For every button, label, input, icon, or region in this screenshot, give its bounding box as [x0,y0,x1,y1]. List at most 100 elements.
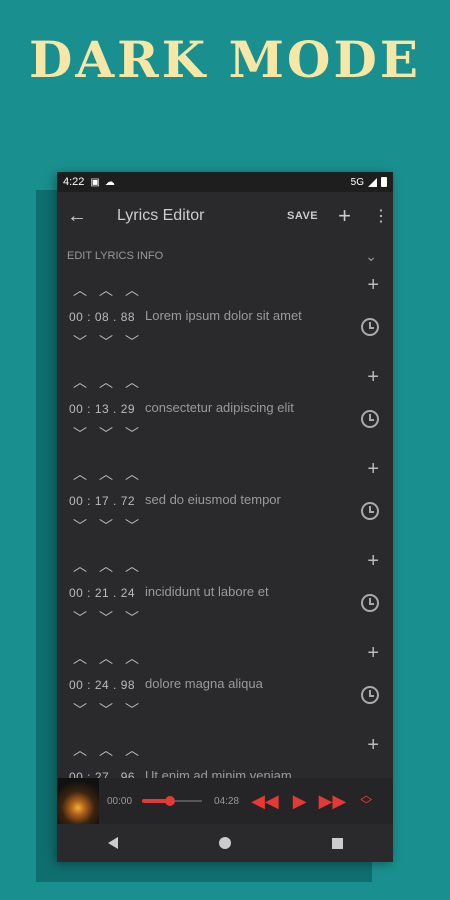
seek-knob[interactable] [165,796,176,806]
lyric-text[interactable]: Lorem ipsum dolor sit amet [145,308,302,323]
nav-back-icon[interactable] [107,837,118,849]
notification-icon: ▣ [90,176,100,188]
decrement-minutes-icon[interactable]: ﹀ [67,332,93,352]
add-line-icon[interactable]: + [367,366,379,389]
lyric-line: ︿ ︿ ︿ 00 : 24 . 98 dolore magna aliqua ﹀ ﹀ ﹀ + [57,640,393,732]
increment-hundredths-icon[interactable]: ︿ [119,372,145,392]
seek-slider[interactable] [142,795,203,807]
add-line-icon[interactable]: + [367,550,379,573]
page-title: Lyrics Editor [117,207,205,224]
decrement-seconds-icon[interactable]: ﹀ [93,424,119,444]
time-decrement-group: ﹀﹀﹀ [67,608,145,628]
decrement-hundredths-icon[interactable]: ﹀ [119,608,145,628]
increment-minutes-icon[interactable]: ︿ [67,648,93,668]
expand-icon[interactable]: ︿ ﹀ [360,790,372,811]
decrement-seconds-icon[interactable]: ﹀ [93,700,119,720]
decrement-seconds-icon[interactable]: ﹀ [93,332,119,352]
play-icon[interactable]: ▶ [293,792,307,810]
decrement-minutes-icon[interactable]: ﹀ [67,516,93,536]
increment-seconds-icon[interactable]: ︿ [93,556,119,576]
status-bar: 4:22 ▣ ☁ 5G [57,172,393,192]
decrement-seconds-icon[interactable]: ﹀ [93,516,119,536]
promo-title: DARK MODE [29,30,421,89]
sync-time-clock-icon[interactable] [361,686,379,704]
sync-time-clock-icon[interactable] [361,318,379,336]
album-art[interactable] [57,778,99,824]
phone-screen: 4:22 ▣ ☁ 5G ← Lyrics Editor SAVE + ⋮ EDI… [57,172,393,862]
time-decrement-group: ﹀﹀﹀ [67,332,145,352]
increment-seconds-icon[interactable]: ︿ [93,464,119,484]
time-increment-group: ︿ ︿ ︿ [67,556,145,576]
lyric-timestamp[interactable]: 00 : 24 . 98 [69,678,135,692]
time-increment-group: ︿ ︿ ︿ [67,372,145,392]
sync-time-clock-icon[interactable] [361,594,379,612]
lyric-line: ︿ ︿ ︿ 00 : 08 . 88 Lorem ipsum dolor sit ame… [57,272,393,364]
time-increment-group: ︿ ︿ ︿ [67,464,145,484]
decrement-hundredths-icon[interactable]: ﹀ [119,332,145,352]
time-decrement-group: ﹀﹀﹀ [67,700,145,720]
increment-hundredths-icon[interactable]: ︿ [119,740,145,760]
lyric-line: ︿ ︿ ︿ 00 : 21 . 24 incididunt ut labore et ﹀ ﹀… [57,548,393,640]
lyric-line: ︿ ︿ ︿ 00 : 17 . 72 sed do eiusmod tempor ﹀ ﹀ ﹀ + [57,456,393,548]
add-line-icon[interactable]: + [367,458,379,481]
add-line-icon[interactable]: + [367,274,379,297]
lyric-text[interactable]: sed do eiusmod tempor [145,492,281,507]
lyric-text[interactable]: incididunt ut labore et [145,584,269,599]
increment-seconds-icon[interactable]: ︿ [93,372,119,392]
add-line-icon[interactable]: + [367,734,379,757]
time-decrement-group: ﹀﹀﹀ [67,424,145,444]
decrement-hundredths-icon[interactable]: ﹀ [119,700,145,720]
increment-minutes-icon[interactable]: ︿ [67,280,93,300]
back-arrow-icon[interactable]: ← [67,205,107,228]
decrement-minutes-icon[interactable]: ﹀ [67,608,93,628]
nav-recents-icon[interactable] [331,837,343,849]
increment-hundredths-icon[interactable]: ︿ [119,464,145,484]
lyrics-list: ︿ ︿ ︿ 00 : 08 . 88 Lorem ipsum dolor sit ame… [57,272,393,824]
increment-minutes-icon[interactable]: ︿ [67,740,93,760]
increment-minutes-icon[interactable]: ︿ [67,464,93,484]
increment-minutes-icon[interactable]: ︿ [67,372,93,392]
elapsed-time: 00:00 [107,795,133,807]
save-button[interactable]: SAVE [287,210,318,222]
rewind-icon[interactable]: ◀◀ [251,792,279,810]
edit-lyrics-info-label: EDIT LYRICS INFO [67,250,164,262]
decrement-hundredths-icon[interactable]: ﹀ [119,424,145,444]
add-icon[interactable]: + [338,205,351,227]
lyric-timestamp[interactable]: 00 : 08 . 88 [69,310,135,324]
lyric-line: ︿ ︿ ︿ 00 : 13 . 29 consectetur adipiscing el… [57,364,393,456]
nav-home-icon[interactable] [218,837,231,849]
increment-hundredths-icon[interactable]: ︿ [119,648,145,668]
sync-time-clock-icon[interactable] [361,502,379,520]
lyric-timestamp[interactable]: 00 : 21 . 24 [69,586,135,600]
signal-icon [368,177,377,187]
network-type: 5G [350,176,364,188]
duration-time: 04:28 [214,795,240,807]
lyric-timestamp[interactable]: 00 : 13 . 29 [69,402,135,416]
status-time: 4:22 [63,176,85,188]
decrement-seconds-icon[interactable]: ﹀ [93,608,119,628]
lyric-text[interactable]: dolore magna aliqua [145,676,263,691]
more-options-icon[interactable]: ⋮ [373,206,389,226]
time-increment-group: ︿ ︿ ︿ [67,648,145,668]
sync-time-clock-icon[interactable] [361,410,379,428]
chevron-down-icon[interactable]: ⌄ [365,248,377,265]
increment-seconds-icon[interactable]: ︿ [93,740,119,760]
decrement-minutes-icon[interactable]: ﹀ [67,424,93,444]
increment-hundredths-icon[interactable]: ︿ [119,556,145,576]
add-line-icon[interactable]: + [367,642,379,665]
increment-seconds-icon[interactable]: ︿ [93,648,119,668]
increment-hundredths-icon[interactable]: ︿ [119,280,145,300]
fast-forward-icon[interactable]: ▶▶ [319,792,347,810]
decrement-minutes-icon[interactable]: ﹀ [67,700,93,720]
lyric-text[interactable]: consectetur adipiscing elit [145,400,294,415]
player-bar: 00:00 04:28 ◀◀ ▶ ▶▶ ︿ ﹀ [57,778,393,824]
increment-minutes-icon[interactable]: ︿ [67,556,93,576]
time-increment-group: ︿ ︿ ︿ [67,740,145,760]
system-nav-bar [57,824,393,862]
decrement-hundredths-icon[interactable]: ﹀ [119,516,145,536]
battery-icon [381,177,387,187]
increment-seconds-icon[interactable]: ︿ [93,280,119,300]
app-bar: ← Lyrics Editor SAVE + ⋮ [57,192,393,240]
edit-lyrics-info-row[interactable]: EDIT LYRICS INFO ⌄ [57,240,393,272]
lyric-timestamp[interactable]: 00 : 17 . 72 [69,494,135,508]
